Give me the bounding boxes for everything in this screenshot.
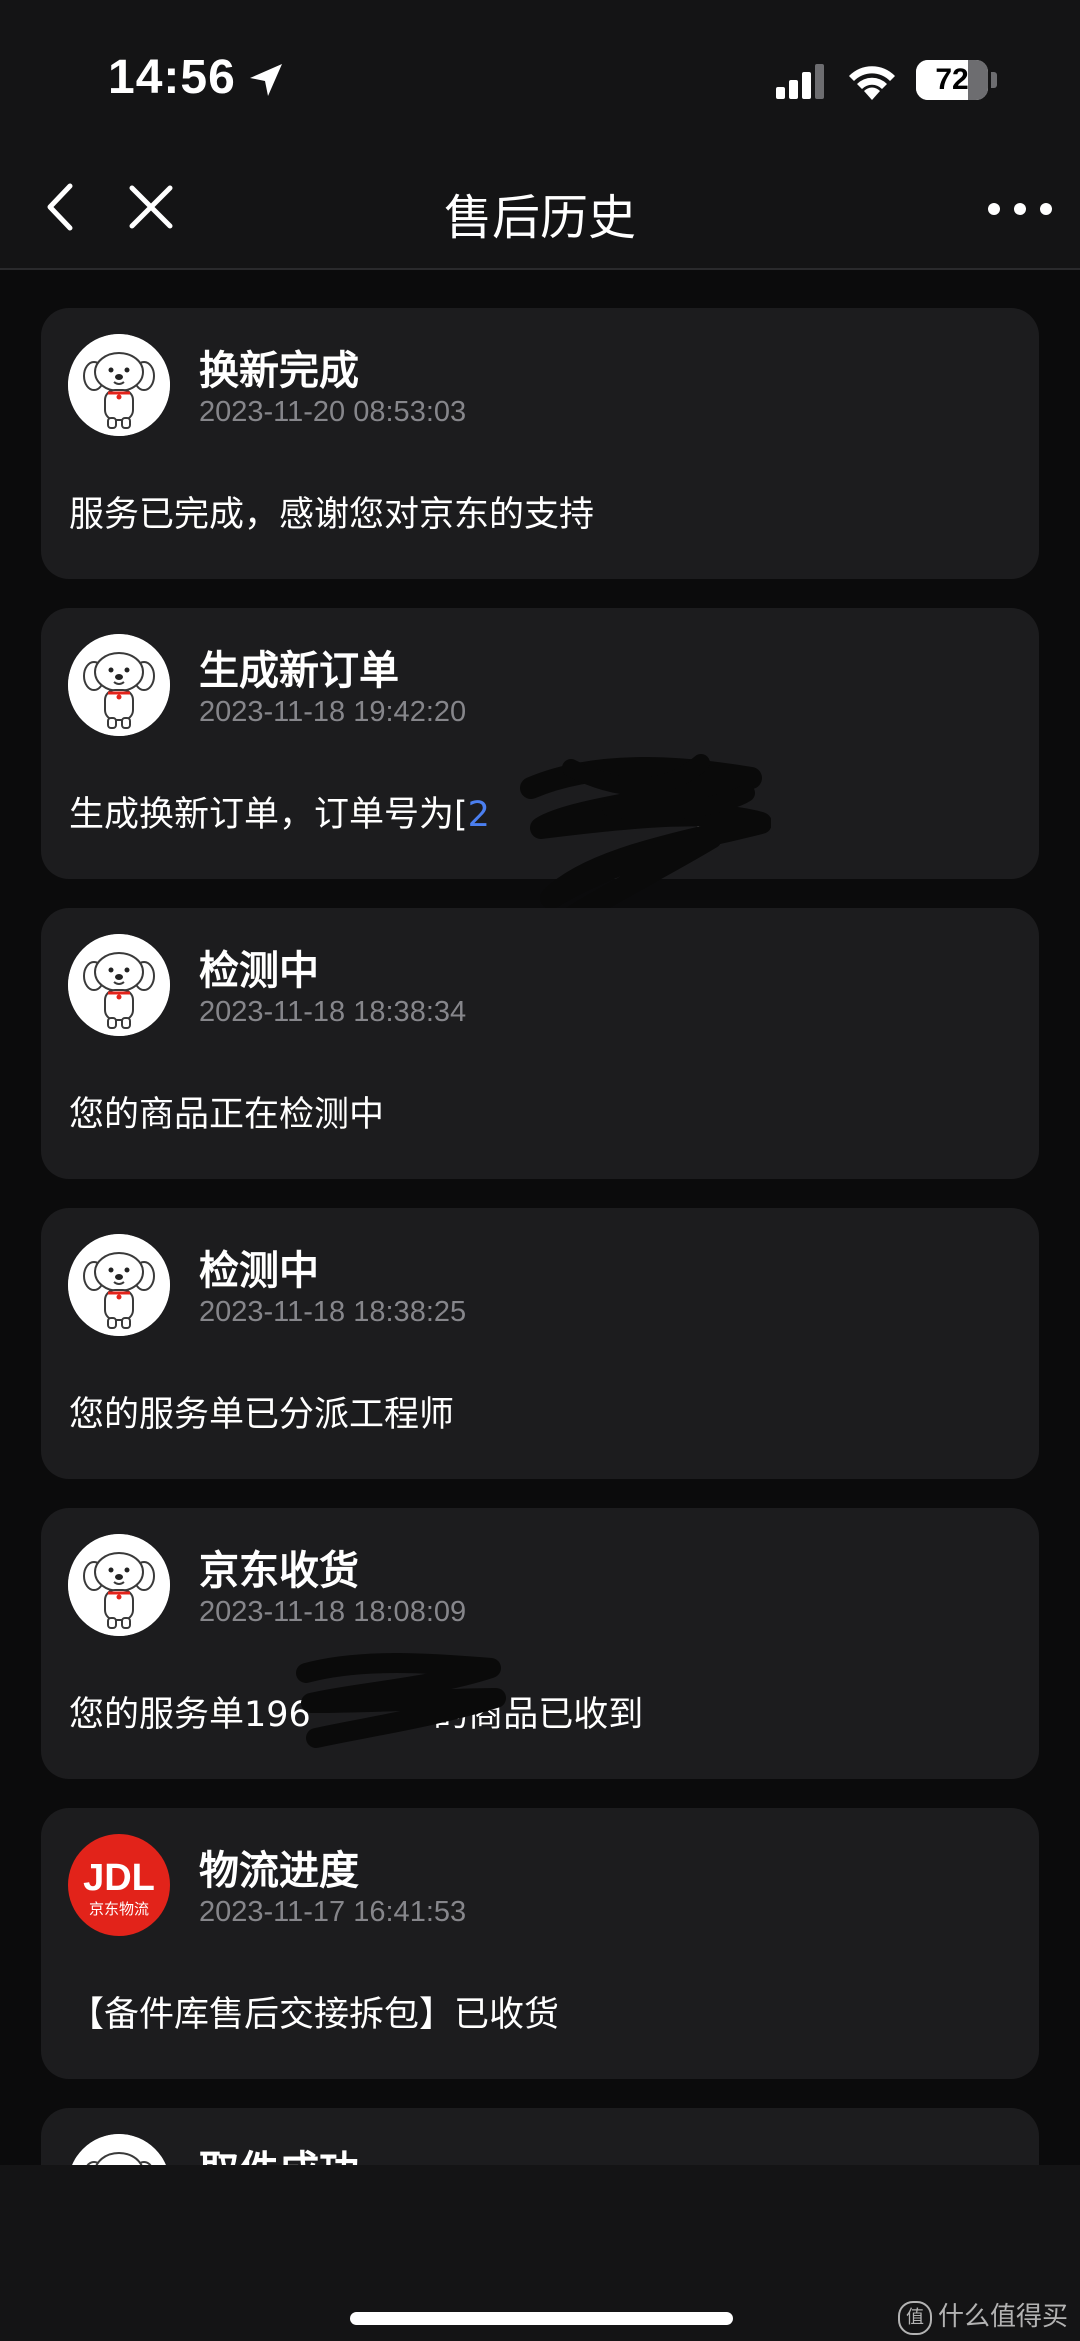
history-title: 换新完成 [199,348,359,394]
redaction-scribble [520,754,771,928]
history-title: 检测中 [199,948,319,994]
history-title: 检测中 [199,1248,319,1294]
nav-bar: 售后历史 [0,150,1080,270]
history-card[interactable]: 取件成功 [41,2108,1039,2165]
location-arrow-icon [250,64,282,96]
history-desc-suffix: ] [690,795,704,835]
chevron-left-icon[interactable] [30,172,100,242]
home-indicator[interactable] [350,2312,733,2325]
history-card[interactable]: 京东收货 2023-11-18 18:08:09 您的服务单196 0的商品已收… [41,1508,1039,1779]
history-time: 2023-11-17 16:41:53 [199,1896,467,1928]
history-desc: 【备件库售后交接拆包】已收货 [69,1986,559,2037]
close-icon[interactable] [116,172,186,242]
battery-cap [991,72,997,88]
history-card[interactable]: 换新完成 2023-11-20 08:53:03 服务已完成，感谢您对京东的支持 [41,308,1039,579]
jd-dog-mascot-icon [68,2134,170,2165]
history-desc: 您的服务单已分派工程师 [69,1386,454,1437]
battery-icon: 72 [916,60,988,100]
battery-level: 72 [935,63,969,96]
order-number-link[interactable]: 2 0 [468,795,691,835]
watermark-text: 什么值得买 [937,2302,1068,2332]
history-time: 2023-11-20 08:53:03 [199,396,467,428]
history-desc-text: 您的服务单196 0的商品已收到 [69,1695,644,1735]
jdl-logo-icon: JDL 京东物流 [68,1834,170,1936]
more-horizontal-icon[interactable] [980,172,1060,242]
history-desc-text: 您的商品正在检测中 [69,1095,385,1135]
history-desc-text: 生成换新订单，订单号为[ [69,795,468,835]
history-title: 物流进度 [199,1848,359,1894]
history-card[interactable]: 生成新订单 2023-11-18 19:42:20 生成换新订单，订单号为[2 … [41,608,1039,928]
history-time: 2023-11-18 18:38:25 [199,1296,467,1328]
history-time: 2023-11-18 18:38:34 [199,996,467,1028]
history-card[interactable]: 检测中 2023-11-18 18:38:25 您的服务单已分派工程师 [41,1208,1039,1479]
jd-dog-mascot-icon [68,1234,170,1336]
history-card[interactable]: 检测中 2023-11-18 18:38:34 您的商品正在检测中 [41,908,1039,1179]
history-time: 2023-11-18 19:42:20 [199,696,467,728]
history-desc-text: 服务已完成，感谢您对京东的支持 [69,495,595,535]
history-desc-text: 【备件库售后交接拆包】已收货 [69,1995,560,2035]
watermark: 值什么值得买 [897,2296,1068,2335]
history-list[interactable]: 换新完成 2023-11-20 08:53:03 服务已完成，感谢您对京东的支持… [0,270,1080,2165]
cellular-signal-icon [776,64,824,99]
jdl-logo-subtext: 京东物流 [89,1900,149,1918]
watermark-logo-icon: 值 [897,2300,932,2335]
status-bar: 14:56 72 [0,0,1080,150]
history-desc: 您的商品正在检测中 [69,1086,384,1137]
status-time: 14:56 [108,51,236,104]
wifi-icon [849,66,895,100]
jdl-logo-text: JDL [83,1857,155,1899]
history-title: 取件成功 [199,2138,359,2165]
history-card[interactable]: JDL 京东物流 物流进度 2023-11-17 16:41:53 【备件库售后… [41,1808,1039,2079]
history-title: 京东收货 [199,1548,359,1594]
jd-dog-mascot-icon [68,934,170,1036]
history-desc-text: 您的服务单已分派工程师 [69,1395,455,1435]
jd-dog-mascot-icon [68,1534,170,1636]
history-time: 2023-11-18 18:08:09 [199,1596,467,1628]
history-desc: 您的服务单196 0的商品已收到 [69,1686,643,1737]
jd-dog-mascot-icon [68,334,170,436]
jd-dog-mascot-icon [68,634,170,736]
history-title: 生成新订单 [199,648,399,694]
history-desc: 服务已完成，感谢您对京东的支持 [69,486,594,537]
history-desc: 生成换新订单，订单号为[2 0] [69,786,704,837]
